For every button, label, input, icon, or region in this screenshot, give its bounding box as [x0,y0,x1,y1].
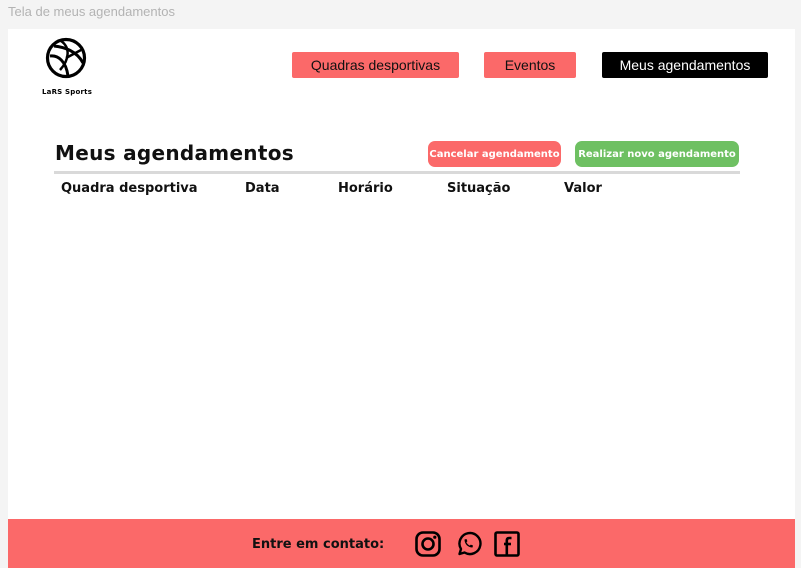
volleyball-icon [45,37,87,79]
column-header-horario: Horário [338,181,393,196]
instagram-icon[interactable] [414,530,442,558]
app-frame: LaRS Sports Quadras desportivas Eventos … [8,29,795,568]
nav-meus-agendamentos[interactable]: Meus agendamentos [602,52,768,78]
column-header-valor: Valor [564,181,602,196]
contact-label: Entre em contato: [252,537,385,552]
page-title: Meus agendamentos [55,141,294,165]
frame-label: Tela de meus agendamentos [8,4,175,19]
nav-quadras-desportivas[interactable]: Quadras desportivas [292,52,459,78]
whatsapp-icon[interactable] [454,530,482,558]
column-header-situacao: Situação [447,181,511,196]
column-header-data: Data [245,181,280,196]
column-header-quadra: Quadra desportiva [61,181,198,196]
nav-eventos[interactable]: Eventos [484,52,576,78]
brand-name: LaRS Sports [42,88,93,96]
new-booking-button[interactable]: Realizar novo agendamento [575,141,739,167]
cancel-booking-button[interactable]: Cancelar agendamento [428,141,561,167]
header-divider [54,171,740,174]
footer: Entre em contato: [8,519,795,568]
facebook-icon[interactable] [493,530,521,558]
brand-logo[interactable]: LaRS Sports [40,37,100,96]
